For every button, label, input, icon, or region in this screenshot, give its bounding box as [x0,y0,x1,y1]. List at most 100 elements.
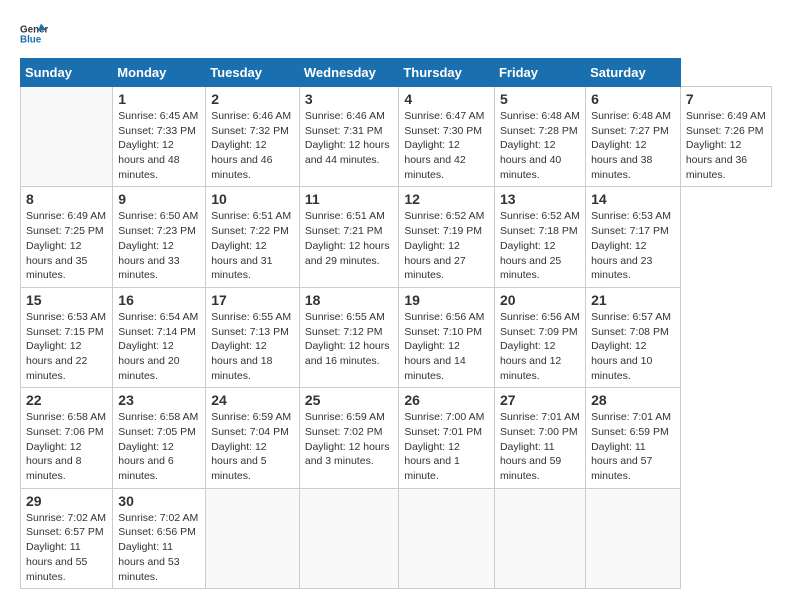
day-info: Sunrise: 6:55 AMSunset: 7:12 PMDaylight:… [305,310,394,369]
day-number: 17 [211,292,294,308]
day-header-monday: Monday [113,59,206,87]
calendar-cell: 28 Sunrise: 7:01 AMSunset: 6:59 PMDaylig… [586,388,681,488]
calendar-cell: 4 Sunrise: 6:47 AMSunset: 7:30 PMDayligh… [399,87,495,187]
calendar-week-2: 8 Sunrise: 6:49 AMSunset: 7:25 PMDayligh… [21,187,772,287]
day-info: Sunrise: 6:49 AMSunset: 7:26 PMDaylight:… [686,109,766,182]
calendar-cell: 3 Sunrise: 6:46 AMSunset: 7:31 PMDayligh… [299,87,399,187]
day-info: Sunrise: 6:56 AMSunset: 7:10 PMDaylight:… [404,310,489,383]
calendar-cell: 8 Sunrise: 6:49 AMSunset: 7:25 PMDayligh… [21,187,113,287]
day-info: Sunrise: 7:02 AMSunset: 6:57 PMDaylight:… [26,511,107,584]
calendar-cell: 11 Sunrise: 6:51 AMSunset: 7:21 PMDaylig… [299,187,399,287]
day-number: 21 [591,292,675,308]
day-number: 2 [211,91,294,107]
calendar-cell: 15 Sunrise: 6:53 AMSunset: 7:15 PMDaylig… [21,287,113,387]
day-info: Sunrise: 6:56 AMSunset: 7:09 PMDaylight:… [500,310,580,383]
calendar-cell: 20 Sunrise: 6:56 AMSunset: 7:09 PMDaylig… [494,287,585,387]
calendar-week-5: 29 Sunrise: 7:02 AMSunset: 6:57 PMDaylig… [21,488,772,588]
calendar-cell [494,488,585,588]
calendar-cell: 25 Sunrise: 6:59 AMSunset: 7:02 PMDaylig… [299,388,399,488]
day-number: 29 [26,493,107,509]
calendar-cell: 13 Sunrise: 6:52 AMSunset: 7:18 PMDaylig… [494,187,585,287]
day-number: 18 [305,292,394,308]
day-number: 27 [500,392,580,408]
calendar-header: SundayMondayTuesdayWednesdayThursdayFrid… [21,59,772,87]
day-number: 20 [500,292,580,308]
calendar-cell: 9 Sunrise: 6:50 AMSunset: 7:23 PMDayligh… [113,187,206,287]
day-header-sunday: Sunday [21,59,113,87]
day-number: 1 [118,91,200,107]
calendar-cell: 19 Sunrise: 6:56 AMSunset: 7:10 PMDaylig… [399,287,495,387]
calendar-cell [586,488,681,588]
day-number: 7 [686,91,766,107]
day-info: Sunrise: 6:48 AMSunset: 7:28 PMDaylight:… [500,109,580,182]
day-header-saturday: Saturday [586,59,681,87]
day-number: 23 [118,392,200,408]
day-info: Sunrise: 6:57 AMSunset: 7:08 PMDaylight:… [591,310,675,383]
calendar-cell: 22 Sunrise: 6:58 AMSunset: 7:06 PMDaylig… [21,388,113,488]
day-number: 24 [211,392,294,408]
logo: General Blue [20,20,52,48]
day-number: 16 [118,292,200,308]
calendar-cell: 26 Sunrise: 7:00 AMSunset: 7:01 PMDaylig… [399,388,495,488]
calendar-week-1: 1 Sunrise: 6:45 AMSunset: 7:33 PMDayligh… [21,87,772,187]
day-info: Sunrise: 6:47 AMSunset: 7:30 PMDaylight:… [404,109,489,182]
day-info: Sunrise: 6:50 AMSunset: 7:23 PMDaylight:… [118,209,200,282]
day-info: Sunrise: 6:48 AMSunset: 7:27 PMDaylight:… [591,109,675,182]
calendar-cell: 10 Sunrise: 6:51 AMSunset: 7:22 PMDaylig… [206,187,300,287]
calendar-cell [399,488,495,588]
header: General Blue [20,20,772,48]
calendar-cell: 17 Sunrise: 6:55 AMSunset: 7:13 PMDaylig… [206,287,300,387]
day-info: Sunrise: 7:01 AMSunset: 6:59 PMDaylight:… [591,410,675,483]
day-info: Sunrise: 6:59 AMSunset: 7:04 PMDaylight:… [211,410,294,483]
calendar-cell [299,488,399,588]
day-number: 26 [404,392,489,408]
calendar-cell: 18 Sunrise: 6:55 AMSunset: 7:12 PMDaylig… [299,287,399,387]
day-number: 28 [591,392,675,408]
day-number: 8 [26,191,107,207]
calendar-week-4: 22 Sunrise: 6:58 AMSunset: 7:06 PMDaylig… [21,388,772,488]
logo-icon: General Blue [20,20,48,48]
day-info: Sunrise: 7:02 AMSunset: 6:56 PMDaylight:… [118,511,200,584]
day-info: Sunrise: 6:53 AMSunset: 7:15 PMDaylight:… [26,310,107,383]
day-number: 13 [500,191,580,207]
day-number: 14 [591,191,675,207]
day-number: 22 [26,392,107,408]
day-number: 6 [591,91,675,107]
calendar-cell: 27 Sunrise: 7:01 AMSunset: 7:00 PMDaylig… [494,388,585,488]
day-info: Sunrise: 6:51 AMSunset: 7:22 PMDaylight:… [211,209,294,282]
calendar-cell: 16 Sunrise: 6:54 AMSunset: 7:14 PMDaylig… [113,287,206,387]
day-info: Sunrise: 6:55 AMSunset: 7:13 PMDaylight:… [211,310,294,383]
day-number: 9 [118,191,200,207]
day-number: 4 [404,91,489,107]
day-info: Sunrise: 6:46 AMSunset: 7:32 PMDaylight:… [211,109,294,182]
day-info: Sunrise: 6:46 AMSunset: 7:31 PMDaylight:… [305,109,394,168]
day-info: Sunrise: 6:52 AMSunset: 7:18 PMDaylight:… [500,209,580,282]
day-info: Sunrise: 6:49 AMSunset: 7:25 PMDaylight:… [26,209,107,282]
day-info: Sunrise: 6:58 AMSunset: 7:05 PMDaylight:… [118,410,200,483]
day-number: 15 [26,292,107,308]
calendar-cell [21,87,113,187]
calendar-cell: 29 Sunrise: 7:02 AMSunset: 6:57 PMDaylig… [21,488,113,588]
calendar-cell [206,488,300,588]
calendar-cell: 2 Sunrise: 6:46 AMSunset: 7:32 PMDayligh… [206,87,300,187]
day-header-friday: Friday [494,59,585,87]
calendar-table: SundayMondayTuesdayWednesdayThursdayFrid… [20,58,772,589]
day-info: Sunrise: 7:01 AMSunset: 7:00 PMDaylight:… [500,410,580,483]
calendar-cell: 5 Sunrise: 6:48 AMSunset: 7:28 PMDayligh… [494,87,585,187]
day-number: 11 [305,191,394,207]
calendar-cell: 24 Sunrise: 6:59 AMSunset: 7:04 PMDaylig… [206,388,300,488]
day-number: 10 [211,191,294,207]
svg-text:Blue: Blue [20,34,42,45]
calendar-cell: 6 Sunrise: 6:48 AMSunset: 7:27 PMDayligh… [586,87,681,187]
calendar-cell: 12 Sunrise: 6:52 AMSunset: 7:19 PMDaylig… [399,187,495,287]
day-header-wednesday: Wednesday [299,59,399,87]
day-number: 3 [305,91,394,107]
day-number: 19 [404,292,489,308]
calendar-cell: 7 Sunrise: 6:49 AMSunset: 7:26 PMDayligh… [680,87,771,187]
calendar-week-3: 15 Sunrise: 6:53 AMSunset: 7:15 PMDaylig… [21,287,772,387]
calendar-cell: 14 Sunrise: 6:53 AMSunset: 7:17 PMDaylig… [586,187,681,287]
day-number: 12 [404,191,489,207]
day-number: 25 [305,392,394,408]
calendar-cell: 1 Sunrise: 6:45 AMSunset: 7:33 PMDayligh… [113,87,206,187]
day-info: Sunrise: 6:51 AMSunset: 7:21 PMDaylight:… [305,209,394,268]
